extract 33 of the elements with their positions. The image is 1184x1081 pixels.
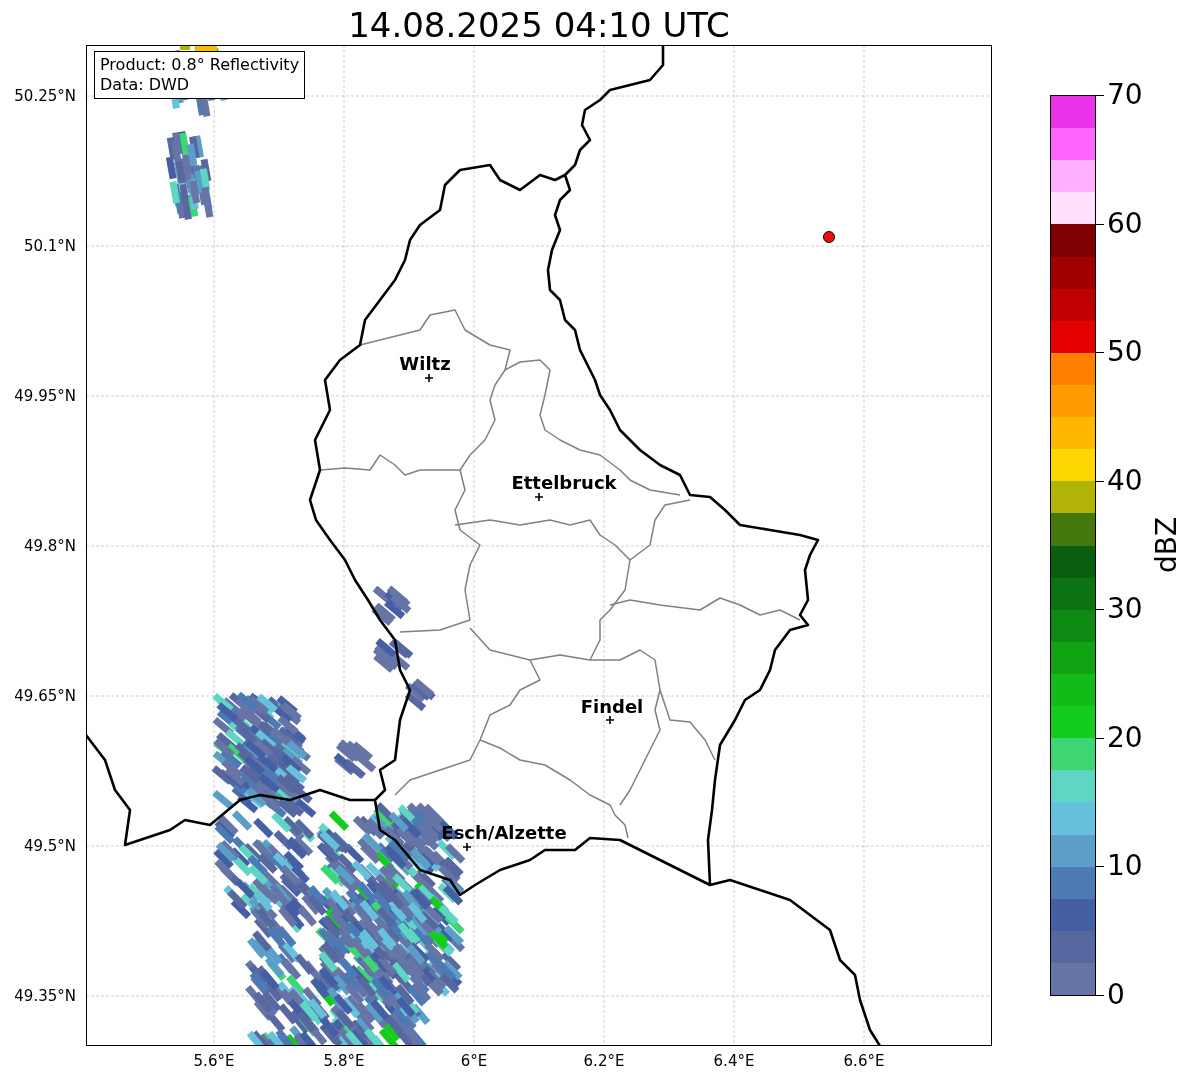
city-marker: [534, 492, 544, 502]
x-tick-label: 6°E: [460, 1052, 488, 1070]
city-label: Ettelbruck: [511, 471, 617, 493]
colorbar-tick-label: 10: [1107, 851, 1143, 882]
colorbar-tick-label: 70: [1107, 80, 1143, 110]
x-tick-label: 6.2°E: [583, 1052, 625, 1070]
city-marker: [462, 842, 472, 852]
x-tick-label: 6.4°E: [713, 1052, 755, 1070]
colorbar-tick-label: 0: [1107, 980, 1125, 1010]
legend-text: Data: DWD: [100, 75, 191, 95]
y-tick-label: 49.65°N: [14, 687, 76, 705]
y-tick-label: 49.8°N: [23, 537, 76, 555]
x-tick-label: 5.6°E: [193, 1052, 235, 1070]
city-marker: [424, 373, 434, 383]
x-tick-label: 6.6°E: [843, 1052, 885, 1070]
y-tick-label: 50.1°N: [23, 237, 76, 255]
colorbar-tick-label: 20: [1107, 722, 1143, 753]
city-marker: [605, 715, 615, 725]
legend-text: Product: 0.8° Reflectivity: [100, 55, 300, 75]
y-tick-label: 50.25°N: [14, 87, 76, 105]
colorbar-tick-label: 60: [1107, 208, 1143, 239]
chart-title: 14.08.2025 04:10 UTC: [347, 6, 731, 45]
colorbar-tick-label: 40: [1107, 465, 1143, 496]
y-tick-label: 49.5°N: [23, 837, 76, 855]
x-tick-label: 5.8°E: [323, 1052, 365, 1070]
colorbar-tick-label: 30: [1107, 594, 1143, 625]
colorbar-label: dBZ: [1149, 516, 1183, 574]
city-label: Findel: [580, 695, 644, 717]
y-tick-label: 49.35°N: [14, 987, 76, 1005]
location-dot: [823, 231, 835, 243]
colorbar-tick-label: 50: [1107, 337, 1143, 368]
city-label: Wiltz: [399, 352, 451, 374]
y-tick-label: 49.95°N: [14, 387, 76, 405]
